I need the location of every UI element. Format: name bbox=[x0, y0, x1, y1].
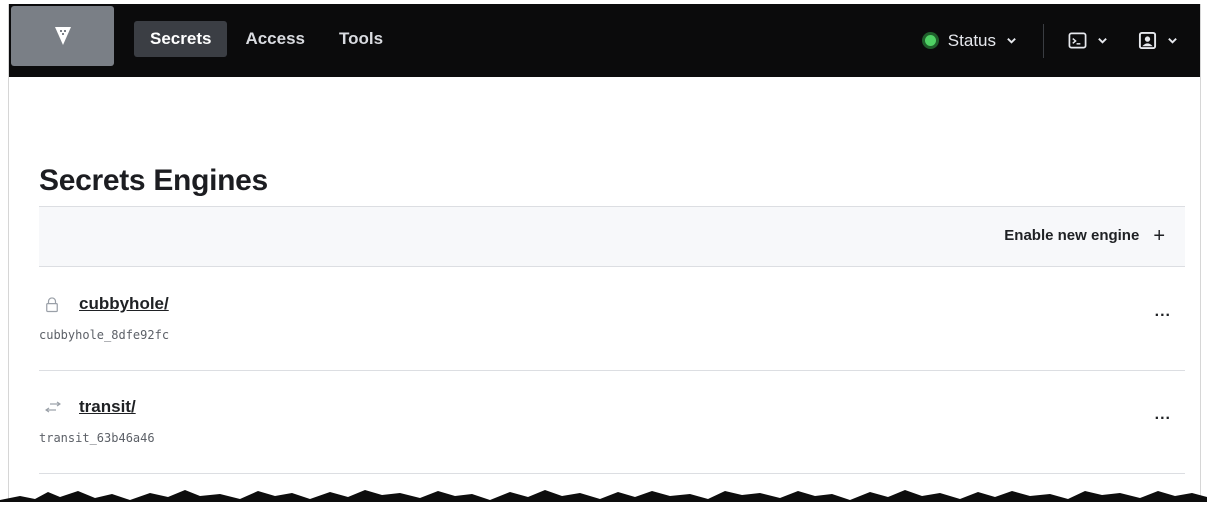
vault-logo-icon bbox=[54, 27, 71, 45]
chevron-down-icon bbox=[1098, 38, 1107, 44]
terminal-icon bbox=[1068, 32, 1087, 49]
chevron-down-icon bbox=[1168, 38, 1177, 44]
row-actions-menu[interactable]: ... bbox=[1155, 407, 1171, 423]
engine-row-header: transit/ bbox=[45, 397, 136, 417]
engine-link-cubbyhole[interactable]: cubbyhole/ bbox=[79, 294, 169, 314]
enable-new-engine-label: Enable new engine bbox=[1004, 227, 1140, 244]
status-label: Status bbox=[947, 30, 996, 50]
engine-accessor: transit_63b46a46 bbox=[39, 431, 155, 445]
nav-divider bbox=[1043, 23, 1044, 58]
plus-icon: + bbox=[1153, 224, 1165, 247]
transit-arrows-icon bbox=[45, 398, 61, 416]
engine-row: cubbyhole/ cubbyhole_8dfe92fc ... bbox=[39, 267, 1185, 371]
main-nav: Secrets Access Tools bbox=[134, 21, 401, 57]
user-menu-button[interactable] bbox=[1138, 31, 1178, 50]
chevron-down-icon bbox=[1007, 38, 1016, 44]
engines-toolbar: Enable new engine + bbox=[39, 206, 1185, 267]
status-indicator bbox=[924, 35, 936, 46]
engine-row-header: cubbyhole/ bbox=[45, 294, 169, 314]
lock-icon bbox=[45, 295, 61, 313]
engine-row: transit/ transit_63b46a46 ... bbox=[39, 370, 1185, 474]
app-window: Secrets Access Tools Status Secrets Engi… bbox=[8, 4, 1201, 499]
top-navigation: Secrets Access Tools Status bbox=[9, 4, 1200, 77]
engine-accessor: cubbyhole_8dfe92fc bbox=[39, 328, 170, 342]
enable-new-engine-button[interactable]: Enable new engine + bbox=[1004, 224, 1165, 247]
nav-tools[interactable]: Tools bbox=[323, 21, 399, 57]
status-menu-button[interactable]: Status bbox=[924, 30, 1017, 51]
user-icon bbox=[1138, 31, 1157, 50]
nav-secrets[interactable]: Secrets bbox=[134, 21, 228, 57]
nav-right: Status bbox=[924, 4, 1200, 77]
nav-access[interactable]: Access bbox=[229, 21, 321, 57]
engine-link-transit[interactable]: transit/ bbox=[79, 397, 136, 417]
home-logo-button[interactable] bbox=[11, 6, 114, 66]
page-title: Secrets Engines bbox=[39, 164, 268, 197]
row-actions-menu[interactable]: ... bbox=[1155, 304, 1171, 320]
torn-edge bbox=[0, 490, 1207, 511]
console-menu-button[interactable] bbox=[1068, 31, 1108, 50]
